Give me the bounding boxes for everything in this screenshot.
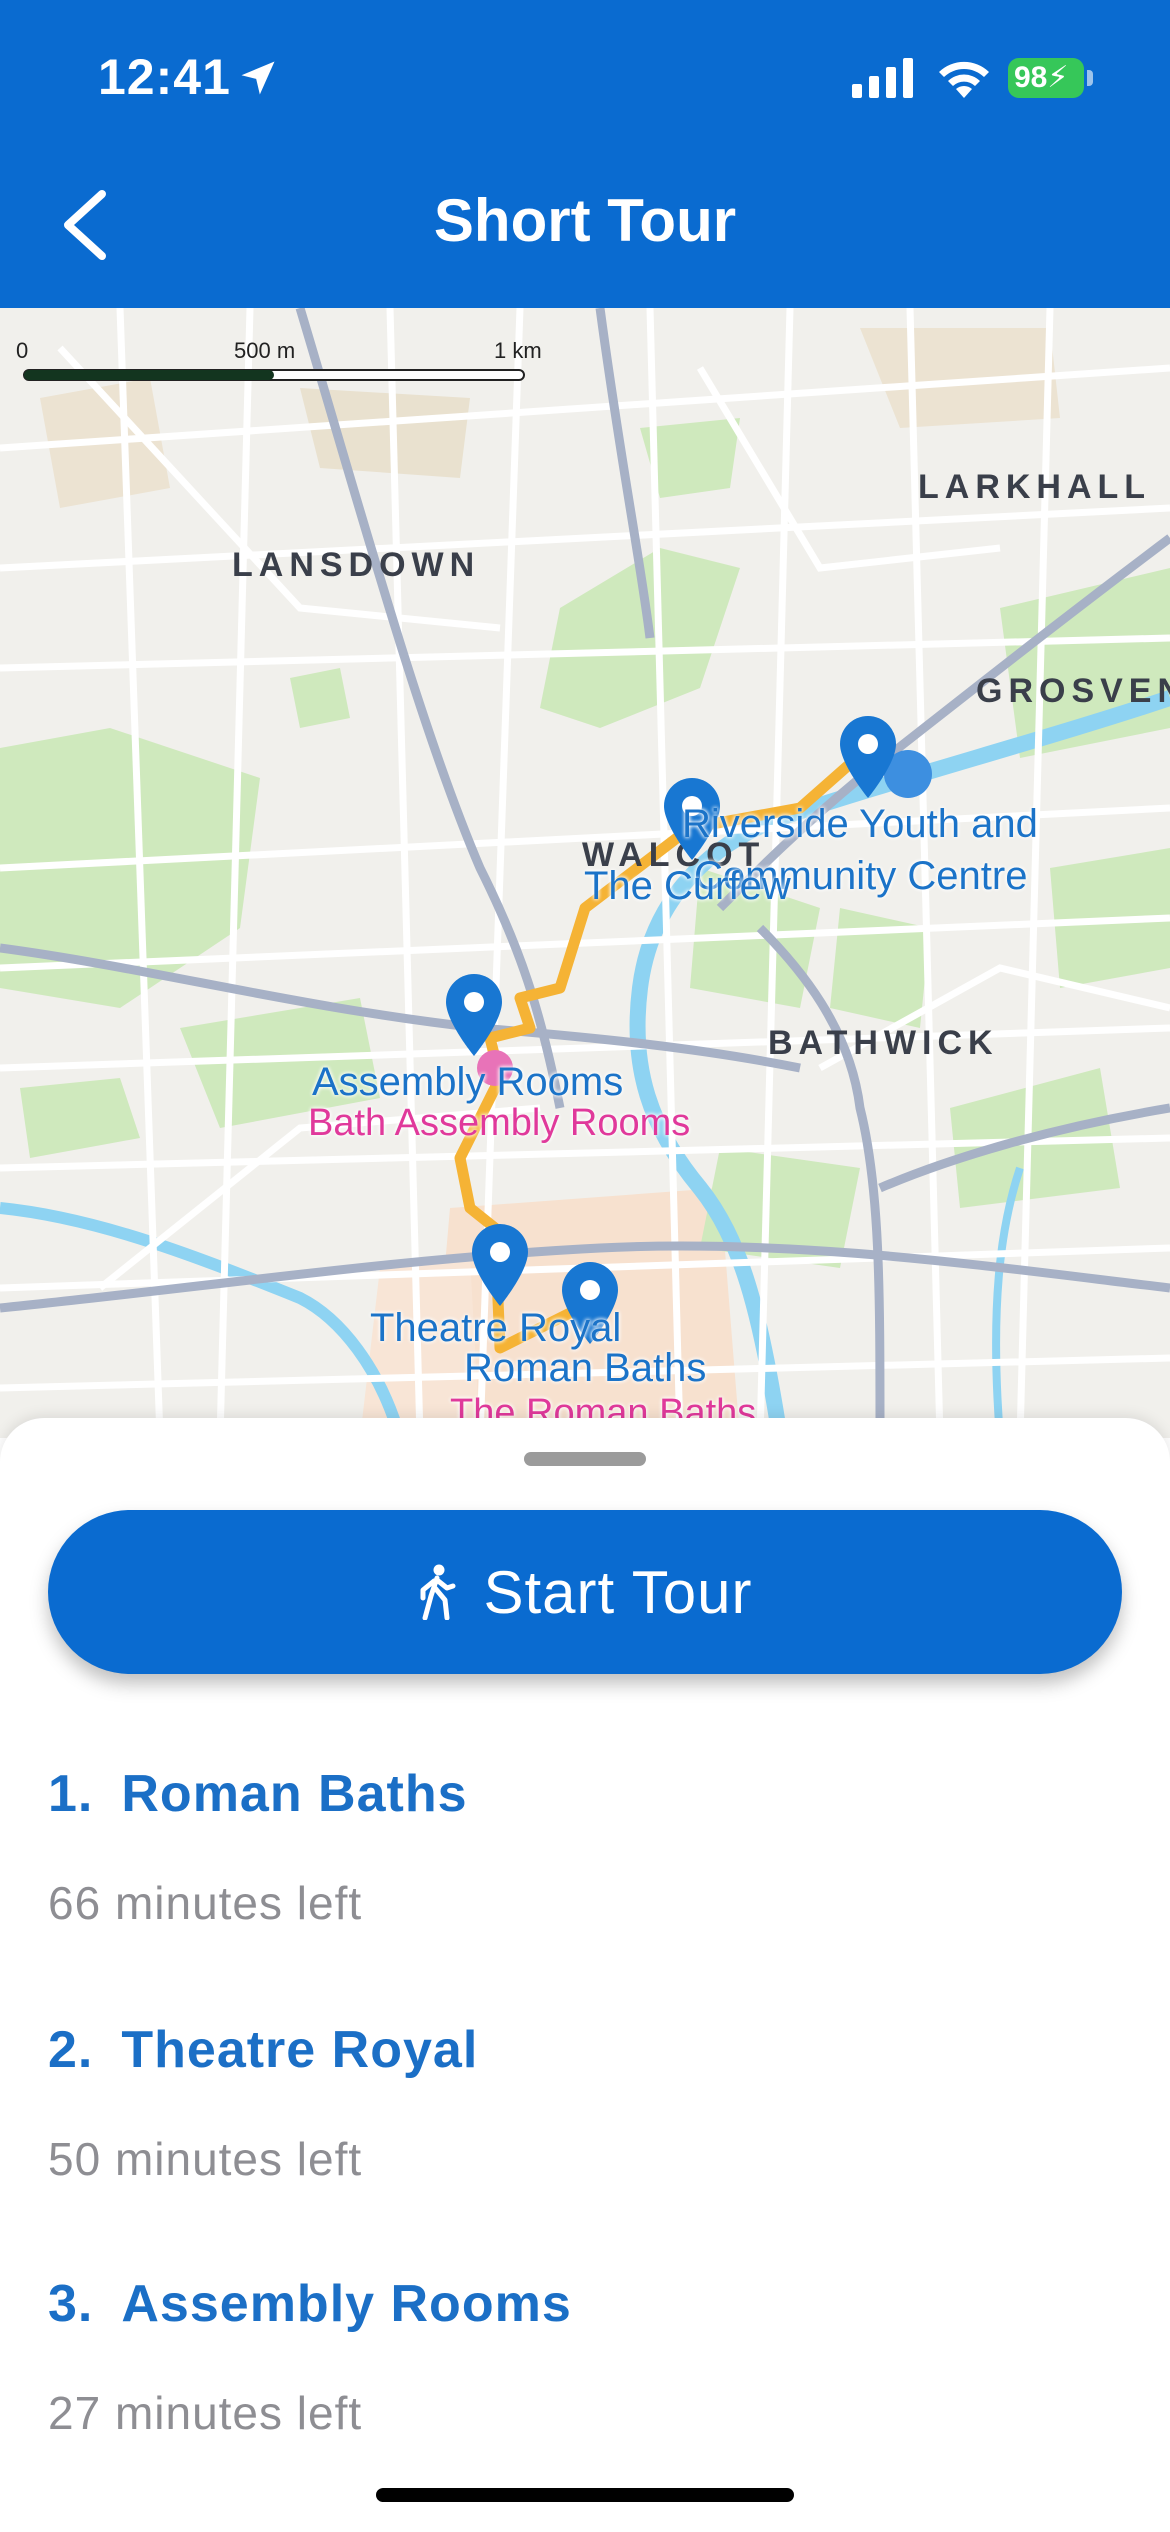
navigation-bar: 12:41 98⚡ Short Tour xyxy=(0,0,1170,308)
cellular-signal-icon xyxy=(852,58,913,98)
poi-label-assembly-rooms: Assembly Rooms xyxy=(312,1060,624,1104)
tour-stop-number: 1. xyxy=(48,1765,94,1823)
tour-map[interactable]: 0 500 m 1 km LARKHALL LANSDOWN GROSVEN W… xyxy=(0,308,1170,1438)
area-label-bathwick: BATHWICK xyxy=(768,1024,999,1062)
poi-label-riverside: Riverside Youth and xyxy=(682,802,1038,846)
tour-stop-3[interactable]: 3. Assembly Rooms xyxy=(48,2274,572,2334)
tour-bottom-sheet: Start Tour 1. Roman Baths 66 minutes left… xyxy=(0,1418,1170,2532)
map-pin-riverside[interactable] xyxy=(836,714,900,800)
poi-label-curfew: The Curfew xyxy=(584,864,791,908)
wifi-icon xyxy=(939,61,989,98)
location-arrow-icon xyxy=(241,61,275,95)
scale-mid: 500 m xyxy=(234,338,296,363)
scale-zero: 0 xyxy=(16,338,29,363)
walking-person-icon xyxy=(420,1564,456,1620)
tour-stop-number: 2. xyxy=(48,2021,94,2079)
poi-label-bath-assembly-rooms: Bath Assembly Rooms xyxy=(308,1102,691,1144)
tour-stop-1-time: 66 minutes left xyxy=(48,1877,363,1929)
battery-level: 98 xyxy=(1014,61,1048,94)
charging-bolt-icon: ⚡ xyxy=(1047,61,1069,94)
battery-indicator: 98⚡ xyxy=(1008,58,1084,98)
map-pin-theatre-royal[interactable] xyxy=(468,1222,532,1308)
sheet-grabber[interactable] xyxy=(524,1452,646,1466)
tour-stop-name: Assembly Rooms xyxy=(121,2275,572,2333)
status-time: 12:41 xyxy=(98,49,231,105)
start-tour-button[interactable]: Start Tour xyxy=(48,1510,1122,1674)
battery-nub xyxy=(1087,70,1093,86)
tour-stop-2[interactable]: 2. Theatre Royal xyxy=(48,2020,478,2080)
tour-stop-name: Roman Baths xyxy=(121,1765,468,1823)
poi-label-roman-baths: Roman Baths xyxy=(464,1346,707,1390)
tour-stop-1[interactable]: 1. Roman Baths xyxy=(48,1764,468,1824)
start-tour-label: Start Tour xyxy=(483,1558,753,1626)
tour-stop-2-time: 50 minutes left xyxy=(48,2133,363,2185)
scale-max: 1 km xyxy=(494,338,542,363)
page-title: Short Tour xyxy=(433,187,737,254)
tour-stop-name: Theatre Royal xyxy=(121,2021,479,2079)
area-label-lansdown: LANSDOWN xyxy=(232,546,481,584)
tour-stop-3-time: 27 minutes left xyxy=(48,2387,363,2439)
home-indicator[interactable] xyxy=(376,2488,794,2502)
area-label-larkhall: LARKHALL xyxy=(918,468,1152,506)
tour-stop-number: 3. xyxy=(48,2275,94,2333)
map-pin-assembly-rooms[interactable] xyxy=(442,972,506,1058)
area-label-grosvenor: GROSVEN xyxy=(976,672,1170,710)
poi-label-theatre-royal: Theatre Royal xyxy=(370,1306,622,1350)
